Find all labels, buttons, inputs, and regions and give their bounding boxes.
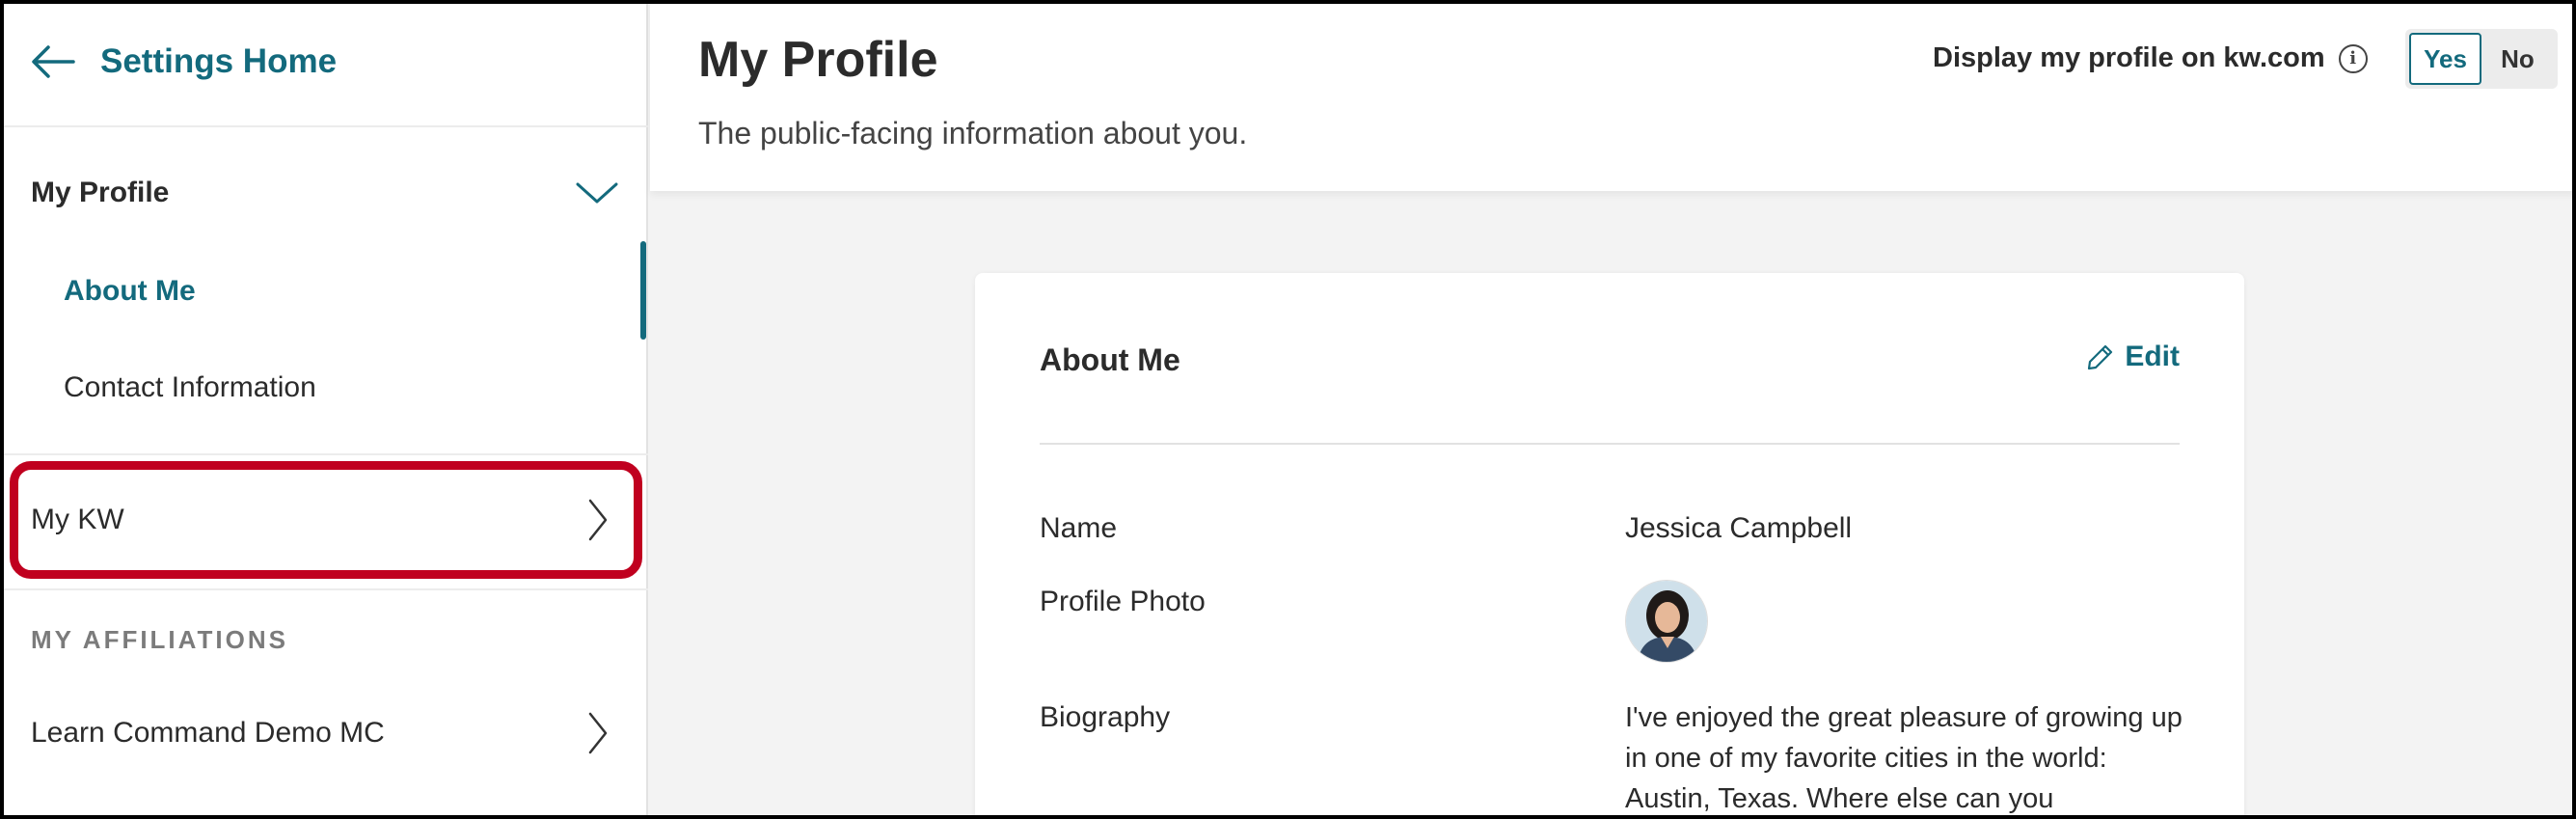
biography-label: Biography: [1040, 701, 1171, 733]
chevron-down-icon: [576, 182, 618, 204]
page-subtitle: The public-facing information about you.: [698, 116, 1248, 150]
sidebar-item-contact-information[interactable]: Contact Information: [0, 351, 648, 424]
sidebar-item-label: Contact Information: [64, 371, 316, 403]
divider: [0, 453, 648, 455]
name-label: Name: [1040, 512, 1118, 544]
my-affiliations-heading: MY AFFILIATIONS: [31, 625, 288, 654]
active-indicator: [640, 241, 646, 340]
biography-value: I've enjoyed the great pleasure of growi…: [1625, 702, 2183, 814]
settings-sidebar: Settings Home My Profile About Me Contac…: [0, 0, 648, 819]
divider: [0, 588, 648, 590]
chevron-right-icon: [588, 499, 608, 541]
about-me-card: About Me Edit Name Jessica Campbell Prof…: [975, 273, 2244, 819]
sidebar-item-my-kw[interactable]: My KW: [0, 476, 648, 564]
edit-button[interactable]: Edit: [2086, 341, 2180, 373]
toggle-yes-button[interactable]: Yes: [2409, 33, 2481, 85]
my-profile-section-label: My Profile: [31, 177, 170, 208]
sidebar-item-about-me[interactable]: About Me: [0, 255, 648, 328]
my-profile-section-toggle[interactable]: My Profile: [0, 158, 648, 228]
card-divider: [1040, 443, 2180, 445]
page-title: My Profile: [698, 32, 938, 88]
page-header: My Profile The public-facing information…: [650, 0, 2576, 191]
chevron-right-icon: [588, 712, 608, 754]
sidebar-item-label: My KW: [31, 504, 124, 535]
settings-home-link[interactable]: Settings Home: [29, 37, 337, 87]
settings-home-label: Settings Home: [100, 42, 338, 80]
pencil-icon: [2088, 344, 2113, 370]
arrow-left-icon: [32, 45, 75, 78]
sidebar-item-label: Learn Command Demo MC: [31, 717, 385, 749]
avatar: [1625, 580, 1708, 663]
display-profile-text: Display my profile on kw.com: [1933, 42, 2325, 73]
sidebar-item-label: About Me: [64, 275, 196, 307]
edit-label: Edit: [2125, 341, 2180, 372]
profile-photo-label: Profile Photo: [1040, 586, 1206, 617]
display-profile-label: Display my profile on kw.com i: [1933, 42, 2368, 74]
card-title: About Me: [1040, 342, 1180, 377]
avatar-photo-icon: [1626, 581, 1707, 662]
info-icon[interactable]: i: [2338, 43, 2368, 73]
display-profile-toggle: Yes No: [2405, 29, 2558, 89]
divider: [0, 125, 648, 127]
sidebar-item-learn-command-demo-mc[interactable]: Learn Command Demo MC: [0, 689, 648, 778]
toggle-no-button[interactable]: No: [2481, 33, 2554, 85]
name-value: Jessica Campbell: [1625, 512, 1853, 544]
